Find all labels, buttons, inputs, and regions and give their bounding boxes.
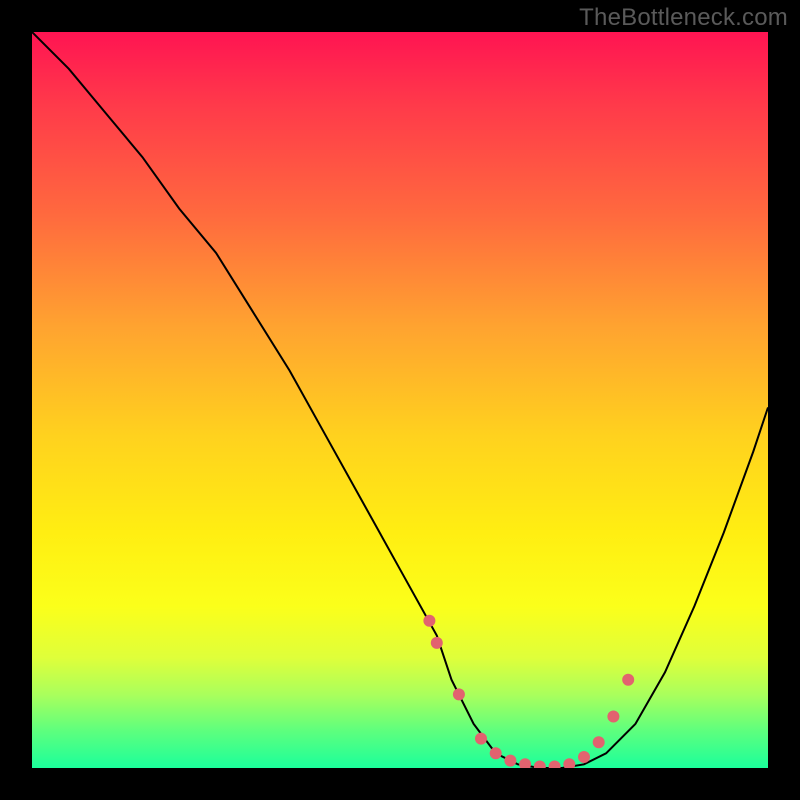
highlight-dot	[549, 761, 561, 769]
highlight-dot	[490, 747, 502, 759]
highlight-dot	[504, 755, 516, 767]
highlight-dot	[453, 688, 465, 700]
highlight-dot	[534, 761, 546, 769]
watermark-text: TheBottleneck.com	[579, 4, 788, 32]
bottleneck-curve-line	[32, 32, 768, 768]
highlight-dot	[431, 637, 443, 649]
highlight-dot	[423, 615, 435, 627]
highlight-dot	[607, 711, 619, 723]
highlight-dots	[423, 615, 634, 768]
highlight-dot	[519, 758, 531, 768]
highlight-dot	[475, 733, 487, 745]
highlight-dot	[578, 751, 590, 763]
highlight-dot	[563, 758, 575, 768]
highlight-dot	[622, 674, 634, 686]
plot-area	[32, 32, 768, 768]
highlight-dot	[593, 736, 605, 748]
curve-svg	[32, 32, 768, 768]
chart-frame: TheBottleneck.com	[0, 0, 800, 800]
